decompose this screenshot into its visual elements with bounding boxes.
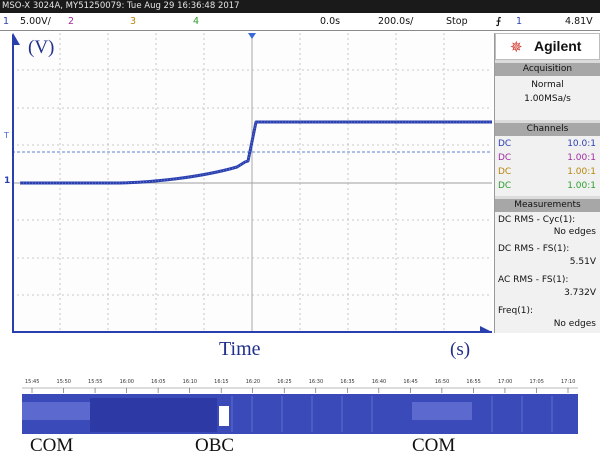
agilent-spark-icon: ✵ [510, 38, 523, 56]
side-panel: ✵ Agilent Acquisition Normal 1.00MSa/s C… [494, 33, 600, 333]
agilent-logo: ✵ Agilent [495, 33, 600, 60]
timeline-tick-label: 17:10 [561, 379, 576, 385]
ch1-trace [20, 120, 492, 185]
timeline-svg [22, 376, 578, 434]
measurements-panel: DC RMS - Cyc(1): No edges DC RMS - FS(1)… [495, 212, 600, 333]
ch1-ground-marker[interactable]: 1 [4, 176, 10, 186]
segment-com-3 [412, 402, 472, 420]
trigger-edge-icon: ⨍ [496, 16, 502, 27]
x-axis-arrow-icon [480, 326, 492, 338]
timeline-tick-label: 16:05 [151, 379, 166, 385]
timeline-tick-label: 15:50 [56, 379, 71, 385]
run-state[interactable]: Stop [446, 13, 468, 30]
timeline-tick-label: 16:45 [403, 379, 418, 385]
y-axis-arrow-icon [6, 33, 20, 45]
channel-row-3-coupling: DC [498, 167, 512, 177]
channel-row-1-coupling: DC [498, 139, 512, 149]
timeline-strip: 15:45 15:50 15:55 16:00 16:05 16:10 16:15 16:20… [22, 376, 578, 434]
waveform-display[interactable]: (V) (s) Time T 1 [4, 33, 492, 360]
timeline-tick-label: 17:05 [529, 379, 544, 385]
channel-row-3-probe: 1.00:1 [567, 167, 596, 177]
acquisition-header[interactable]: Acquisition [495, 63, 600, 76]
ch3-number[interactable]: 3 [130, 13, 136, 30]
measurement-2-value: 5.51V [569, 257, 596, 267]
segment-com-2 [90, 398, 217, 432]
acquisition-panel: Normal 1.00MSa/s [495, 76, 600, 120]
waveform-svg [6, 33, 492, 338]
measurement-4-value: No edges [553, 319, 596, 329]
label-com-left: COM [30, 435, 74, 456]
timeline-tick-label: 16:25 [277, 379, 292, 385]
channel-row-2-coupling: DC [498, 153, 512, 163]
timeline-tick-label: 16:00 [119, 379, 134, 385]
timeline-tick-label: 15:55 [88, 379, 103, 385]
channel-row-4-coupling: DC [498, 181, 512, 191]
measurement-1-value: No edges [553, 227, 596, 237]
measurement-2-name: DC RMS - FS(1): [498, 244, 570, 254]
window-title: MSO-X 3024A, MY51250079: Tue Aug 29 16:3… [0, 0, 600, 13]
segment-com-1 [22, 402, 92, 420]
trigger-level-marker[interactable]: T [4, 131, 9, 140]
timeline-tick-label: 17:00 [497, 379, 513, 385]
channel-row-1-probe: 10.0:1 [567, 139, 596, 149]
label-obc: OBC [195, 435, 235, 456]
timeline-tick-label: 16:10 [182, 379, 198, 385]
ch1-number[interactable]: 1 [3, 13, 9, 30]
timeline-tick-label: 16:35 [340, 379, 355, 385]
channel-row-2-probe: 1.00:1 [567, 153, 596, 163]
timeline-tick-label: 16:20 [245, 379, 261, 385]
ch2-number[interactable]: 2 [68, 13, 74, 30]
channel-bar: 1 5.00V/ 2 3 4 0.0s 200.0s/ Stop ⨍ 1 4.8… [0, 13, 600, 31]
trigger-source[interactable]: 1 [516, 13, 522, 30]
trigger-position-icon [248, 33, 256, 39]
measurements-header[interactable]: Measurements [495, 199, 600, 212]
timeline-tick-label: 16:15 [214, 379, 229, 385]
channel-row-4-probe: 1.00:1 [567, 181, 596, 191]
channels-panel: DC 10.0:1 DC 1.00:1 DC 1.00:1 DC 1.00:1 [495, 136, 600, 196]
ch1-scale[interactable]: 5.00V/ [20, 13, 51, 30]
timeline-tick-label: 16:50 [434, 379, 450, 385]
timeline-tick-label: 16:40 [371, 379, 387, 385]
sample-rate: 1.00MSa/s [524, 94, 571, 104]
ch4-number[interactable]: 4 [193, 13, 199, 30]
x-axis-title: Time [219, 338, 261, 360]
time-scale[interactable]: 200.0s/ [378, 13, 413, 30]
x-unit-label: (s) [450, 339, 471, 360]
trigger-level[interactable]: 4.81V [565, 13, 593, 30]
measurement-1-name: DC RMS - Cyc(1): [498, 215, 576, 225]
channels-header[interactable]: Channels [495, 123, 600, 136]
measurement-3-value: 3.732V [564, 288, 596, 298]
timeline-tick-label: 16:30 [308, 379, 324, 385]
segment-gap-icon [219, 406, 229, 426]
brand-name: Agilent [534, 38, 582, 54]
timeline-tick-label: 16:55 [466, 379, 481, 385]
acquisition-mode: Normal [531, 80, 564, 90]
ch1-trace-noise [20, 121, 492, 184]
label-com-right: COM [412, 435, 456, 456]
measurement-4-name: Freq(1): [498, 306, 534, 316]
y-unit-label: (V) [28, 37, 55, 58]
timeline-tick-label: 15:45 [25, 379, 40, 385]
time-offset[interactable]: 0.0s [320, 13, 340, 30]
measurement-3-name: AC RMS - FS(1): [498, 275, 569, 285]
